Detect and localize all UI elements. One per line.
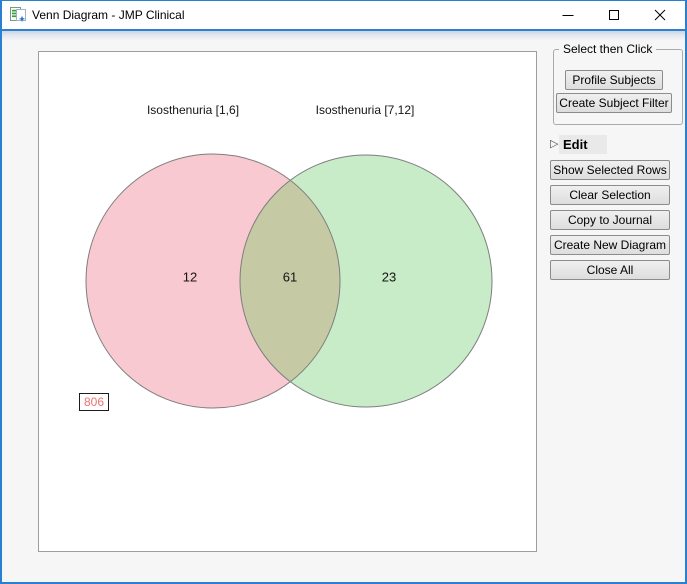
create-new-diagram-button[interactable]: Create New Diagram xyxy=(550,235,670,255)
app-icon xyxy=(10,7,26,23)
left-set-label: Isosthenuria [1,6] xyxy=(146,103,240,117)
copy-to-journal-button[interactable]: Copy to Journal xyxy=(550,210,670,230)
window-title: Venn Diagram - JMP Clinical xyxy=(32,8,185,22)
profile-subjects-button[interactable]: Profile Subjects xyxy=(565,70,663,90)
maximize-button[interactable] xyxy=(591,1,637,29)
venn-diagram xyxy=(85,153,493,409)
close-button[interactable] xyxy=(637,1,683,29)
maximize-icon xyxy=(609,10,619,20)
outside-count-box[interactable]: 806 xyxy=(79,393,110,411)
left-only-count: 12 xyxy=(182,269,198,285)
minimize-button[interactable] xyxy=(545,1,591,29)
close-icon xyxy=(654,9,666,21)
edit-outline-header[interactable]: Edit xyxy=(559,135,607,154)
app-window: Venn Diagram - JMP Clinical Isosthenuria… xyxy=(0,0,687,584)
outside-count: 806 xyxy=(84,395,105,409)
group-title: Select then Click xyxy=(559,42,657,56)
titlebar: Venn Diagram - JMP Clinical xyxy=(2,1,685,29)
titlebar-accent-fade xyxy=(2,31,685,41)
show-selected-rows-button[interactable]: Show Selected Rows xyxy=(550,160,670,180)
intersection-count: 61 xyxy=(282,269,298,285)
right-set-label: Isosthenuria [7,12] xyxy=(315,103,415,117)
close-all-button[interactable]: Close All xyxy=(550,260,670,280)
venn-canvas: Isosthenuria [1,6] Isosthenuria [7,12] 1… xyxy=(38,51,537,552)
right-only-count: 23 xyxy=(381,269,397,285)
create-subject-filter-button[interactable]: Create Subject Filter xyxy=(556,93,672,113)
minimize-icon xyxy=(562,15,574,16)
clear-selection-button[interactable]: Clear Selection xyxy=(550,185,670,205)
disclosure-triangle-icon[interactable]: ▷ xyxy=(550,137,558,151)
